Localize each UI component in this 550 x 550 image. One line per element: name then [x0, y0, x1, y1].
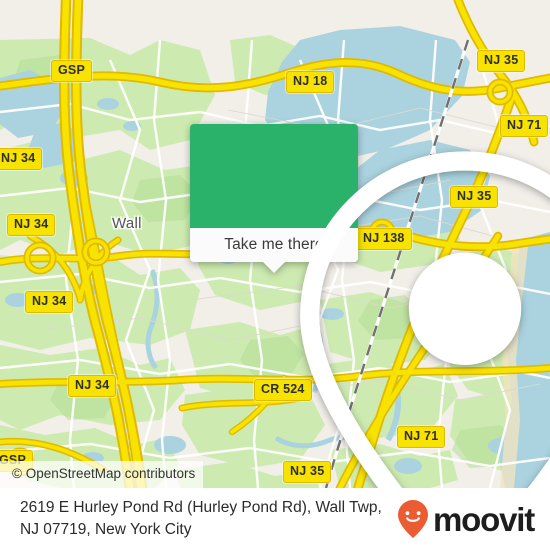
moovit-wordmark: moovit	[433, 500, 535, 538]
route-shield-nj34-b[interactable]: NJ 34	[7, 214, 56, 236]
map-pin-icon	[300, 151, 550, 488]
route-shield-nj35-a[interactable]: NJ 35	[477, 50, 526, 72]
map-canvas[interactable]: Wall GSP NJ 18 NJ 35 NJ 71 NJ 34 NJ 35 N…	[0, 0, 550, 488]
route-shield-nj34-c[interactable]: NJ 34	[25, 291, 74, 313]
address-block: 2619 E Hurley Pond Rd (Hurley Pond Rd), …	[20, 497, 382, 542]
osm-attribution: © OpenStreetMap contributors	[0, 461, 204, 488]
route-shield-nj34-d[interactable]: NJ 34	[68, 375, 117, 397]
route-shield-nj34-a[interactable]: NJ 34	[0, 148, 43, 170]
footer-bar: 2619 E Hurley Pond Rd (Hurley Pond Rd), …	[0, 488, 550, 550]
route-shield-gsp[interactable]: GSP	[51, 60, 92, 82]
popup-header	[190, 124, 550, 488]
moovit-pin-smiley-icon	[398, 500, 429, 538]
route-shield-nj18[interactable]: NJ 18	[286, 71, 335, 93]
moovit-brand[interactable]: moovit	[396, 499, 535, 539]
destination-popup[interactable]: Take me there	[190, 124, 550, 488]
popup-tail	[263, 262, 285, 273]
address-line-2: NJ 07719, New York City	[20, 521, 192, 538]
moovit-map-screenshot: Wall GSP NJ 18 NJ 35 NJ 71 NJ 34 NJ 35 N…	[0, 0, 550, 550]
address-line-1: 2619 E Hurley Pond Rd (Hurley Pond Rd), …	[20, 498, 382, 516]
